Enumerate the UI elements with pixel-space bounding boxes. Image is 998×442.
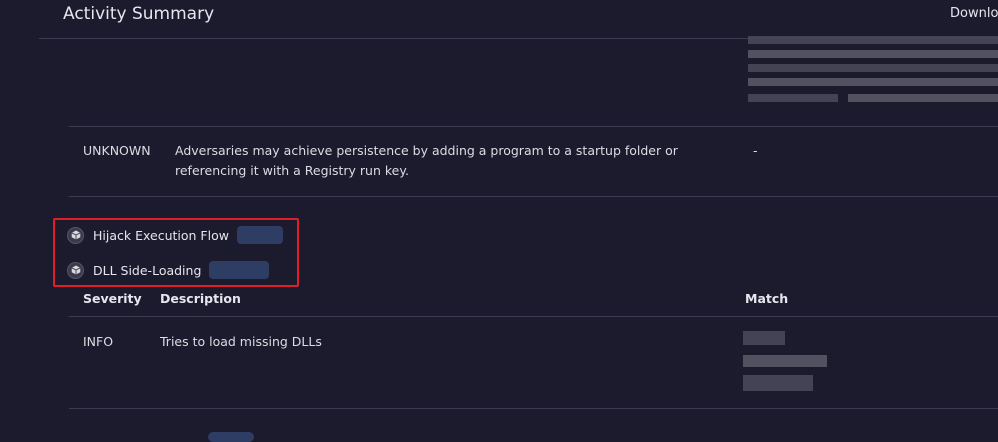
row-divider — [69, 408, 998, 409]
redacted-match-top — [748, 36, 998, 108]
match-cell: - — [753, 143, 758, 158]
redacted-match-info — [743, 331, 829, 393]
row-divider — [69, 196, 998, 197]
severity-cell: UNKNOWN — [83, 143, 151, 158]
severity-cell: INFO — [83, 334, 114, 349]
column-header-match: Match — [745, 291, 789, 306]
description-cell: Tries to load missing DLLs — [160, 334, 322, 349]
download-button[interactable]: Downloa — [950, 6, 998, 21]
redacted-tag — [208, 432, 254, 442]
column-header-severity: Severity — [83, 291, 142, 306]
column-header-description: Description — [160, 291, 241, 306]
page-title: Activity Summary — [63, 4, 215, 24]
description-cell: Adversaries may achieve persistence by a… — [175, 143, 678, 178]
header-row-divider — [69, 316, 998, 317]
highlight-box — [53, 218, 299, 287]
row-divider — [69, 126, 998, 127]
